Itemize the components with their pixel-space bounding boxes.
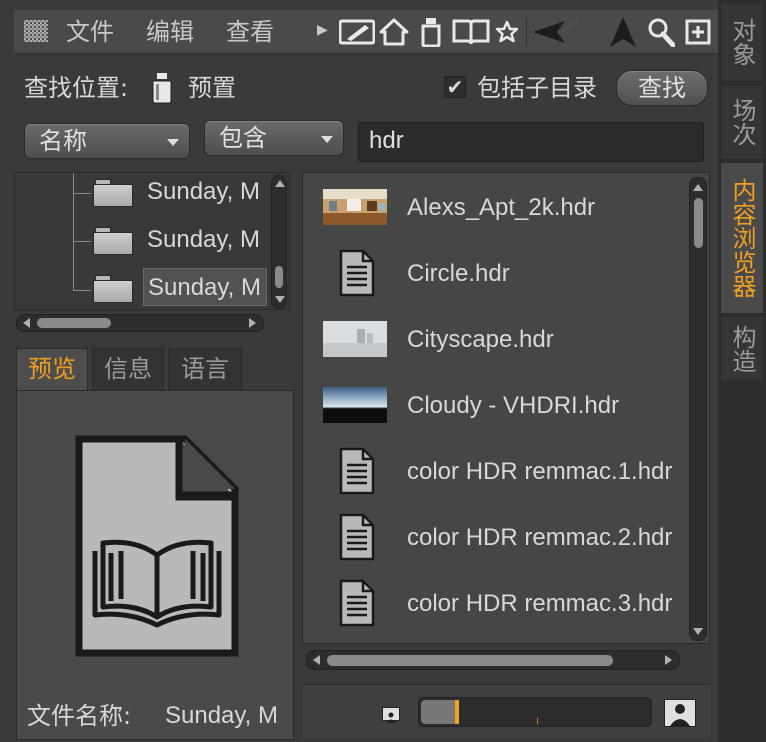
- thumbnail-size-bar: [302, 684, 710, 738]
- arrow-left-icon[interactable]: [530, 16, 578, 48]
- star-icon[interactable]: [494, 16, 520, 48]
- slider-fill: [421, 700, 459, 724]
- side-tab-construct[interactable]: 构造: [720, 316, 764, 382]
- hdr-thumbnail: [323, 189, 387, 225]
- document-icon: [339, 513, 375, 561]
- file-list-item[interactable]: color HDR remmac.3.hdr: [303, 571, 683, 637]
- side-tab-objects[interactable]: 对象: [720, 2, 764, 82]
- tree-guide: [73, 173, 74, 291]
- folder-icon: [93, 275, 133, 303]
- file-name: Circle.hdr: [407, 260, 510, 287]
- chevron-down-icon: [167, 139, 179, 146]
- tree-guide: [73, 290, 91, 291]
- document-icon: [339, 579, 375, 627]
- scroll-left-icon[interactable]: [23, 318, 30, 328]
- filename-value: Sunday, M: [165, 702, 278, 729]
- pencil-icon[interactable]: [338, 16, 376, 48]
- file-name: Alexs_Apt_2k.hdr: [407, 194, 596, 221]
- file-name: Cityscape.hdr: [407, 326, 554, 353]
- field-dropdown[interactable]: 名称: [24, 123, 190, 159]
- thumbnail-size-slider[interactable]: [418, 697, 652, 727]
- arrow-up-icon[interactable]: [608, 16, 638, 48]
- file-list-vertical-scrollbar[interactable]: [689, 177, 707, 641]
- file-list-body: Alexs_Apt_2k.hdr Circle.hdr Cityscape.hdr C…: [303, 175, 683, 643]
- search-input[interactable]: hdr: [358, 122, 704, 162]
- folder-tree: Sunday, M Sunday, M Sunday, M: [14, 172, 290, 310]
- menu-edit[interactable]: 编辑: [146, 17, 194, 47]
- toolbar-divider: [526, 18, 527, 46]
- file-list-item[interactable]: Cityscape.hdr: [303, 307, 683, 373]
- folder-icon: [93, 227, 133, 255]
- scroll-up-icon[interactable]: [693, 184, 703, 191]
- match-dropdown-value: 包含: [219, 124, 267, 152]
- book-icon[interactable]: [452, 16, 490, 48]
- scrollbar-thumb[interactable]: [327, 655, 613, 666]
- panel-grip-icon[interactable]: [24, 20, 48, 42]
- include-subdirs-checkbox[interactable]: ✔: [444, 76, 466, 98]
- scroll-right-icon[interactable]: [665, 655, 672, 665]
- document-icon: [339, 447, 375, 495]
- scroll-down-icon[interactable]: [693, 628, 703, 635]
- large-thumbnail-icon[interactable]: [664, 699, 696, 727]
- file-name: color HDR remmac.2.hdr: [407, 524, 673, 551]
- tree-item[interactable]: Sunday, M: [147, 221, 267, 259]
- file-list-item[interactable]: Alexs_Apt_2k.hdr: [303, 175, 683, 241]
- preview-panel: 文件名称: Sunday, M: [16, 390, 294, 740]
- match-dropdown[interactable]: 包含: [204, 120, 344, 156]
- scrollbar-thumb[interactable]: [37, 318, 111, 328]
- file-list-horizontal-scrollbar[interactable]: [306, 650, 680, 670]
- add-icon[interactable]: [684, 16, 712, 48]
- side-tab-scene[interactable]: 场次: [720, 84, 764, 160]
- file-name: Cloudy - VHDRI.hdr: [407, 392, 620, 419]
- scroll-left-icon[interactable]: [313, 655, 320, 665]
- search-location-value[interactable]: 预置: [188, 73, 236, 103]
- file-list-item[interactable]: Circle.hdr: [303, 241, 683, 307]
- scrollbar-thumb[interactable]: [694, 198, 703, 248]
- magnifier-icon[interactable]: [646, 16, 676, 48]
- file-list: Alexs_Apt_2k.hdr Circle.hdr Cityscape.hdr C…: [302, 172, 710, 644]
- find-button[interactable]: 查找: [616, 70, 708, 106]
- tree-guide: [73, 193, 91, 194]
- small-thumbnail-icon[interactable]: [382, 707, 400, 723]
- tab-preview[interactable]: 预览: [16, 348, 88, 390]
- tree-vertical-scrollbar[interactable]: [271, 175, 287, 309]
- document-book-icon: [75, 435, 239, 657]
- menu-view[interactable]: 查看: [226, 17, 274, 47]
- bottle-icon[interactable]: [418, 16, 444, 48]
- file-list-item[interactable]: Cloudy - VHDRI.hdr: [303, 373, 683, 439]
- hdr-thumbnail: [323, 387, 387, 423]
- hdr-thumbnail: [323, 321, 387, 357]
- file-list-item[interactable]: color HDR remmac.1.hdr: [303, 439, 683, 505]
- file-name: color HDR remmac.3.hdr: [407, 590, 673, 617]
- scroll-down-icon[interactable]: [275, 296, 285, 303]
- tree-item[interactable]: Sunday, M: [147, 173, 267, 211]
- filename-label: 文件名称:: [27, 702, 132, 730]
- tab-language[interactable]: 语言: [168, 348, 242, 390]
- slider-handle[interactable]: [455, 700, 459, 724]
- scroll-right-icon[interactable]: [249, 318, 256, 328]
- scrollbar-thumb[interactable]: [275, 266, 283, 288]
- bottle-icon: [150, 72, 174, 104]
- file-list-item[interactable]: color HDR remmac.2.hdr: [303, 505, 683, 571]
- search-location-label: 查找位置:: [24, 74, 129, 102]
- include-subdirs-label: 包括子目录: [477, 74, 597, 102]
- scroll-up-icon[interactable]: [275, 180, 285, 187]
- chevron-down-icon: [321, 136, 333, 143]
- document-icon: [339, 249, 375, 297]
- triangle-right-icon[interactable]: ▶: [317, 22, 328, 38]
- home-icon[interactable]: [378, 16, 410, 48]
- folder-icon: [93, 179, 133, 207]
- tree-item-selected[interactable]: Sunday, M: [143, 268, 267, 306]
- side-tab-content-browser[interactable]: 内容浏览器: [720, 162, 764, 314]
- menu-file[interactable]: 文件: [66, 17, 114, 47]
- slider-tick: [537, 718, 538, 724]
- menubar: 文件 编辑 查看 ▶: [14, 10, 718, 54]
- tab-info[interactable]: 信息: [92, 348, 164, 390]
- tree-horizontal-scrollbar[interactable]: [16, 314, 264, 332]
- field-dropdown-value: 名称: [39, 127, 87, 155]
- file-name: color HDR remmac.1.hdr: [407, 458, 673, 485]
- tree-guide: [73, 241, 91, 242]
